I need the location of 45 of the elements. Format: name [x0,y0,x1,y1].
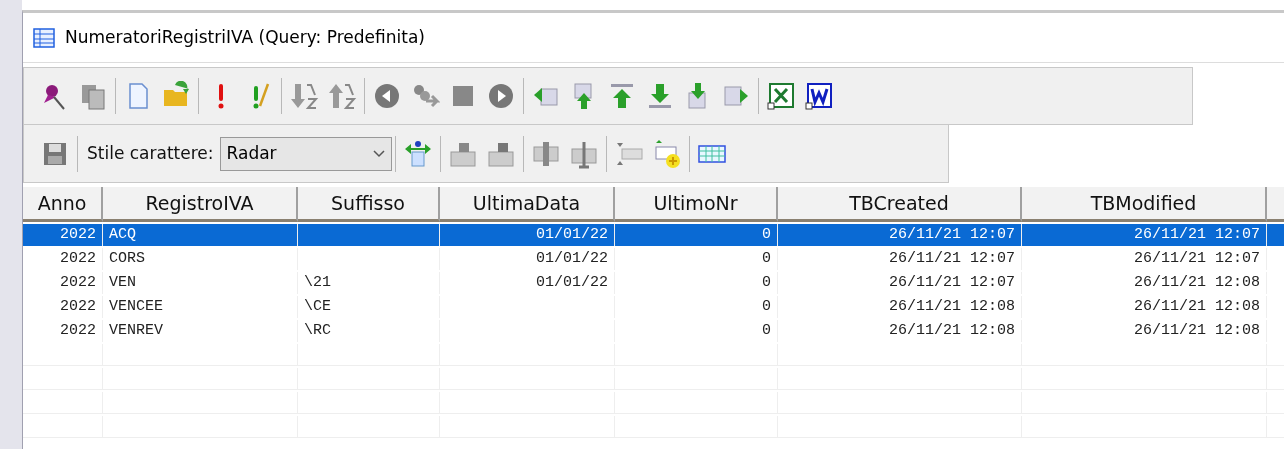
table-cell-text: 26/11/21 12:08 [1133,272,1260,293]
table-cell-text: 2022 [60,296,96,317]
style-label: Stile carattere: [87,141,214,165]
table-cell-text: 26/11/21 12:07 [1133,248,1260,269]
style-select[interactable]: Radar [219,136,392,171]
table-cell-text: 26/11/21 12:08 [1133,296,1260,317]
table-cell-text: 2022 [60,320,96,341]
table-cell-text: 0 [762,224,771,245]
table-cell-text: \21 [304,272,331,293]
table-cell-text: 26/11/21 12:07 [888,248,1015,269]
table-cell-text: 2022 [60,272,96,293]
table-cell-text: 0 [762,320,771,341]
table-cell-text: CORS [109,248,145,269]
table-row[interactable]: 2022 ACQ 01/01/22 0 26/11/21 12:07 26/11/21 12:07 [23,224,1284,246]
table-cell-text: 01/01/22 [536,224,608,245]
table-cell-text: VEN [109,272,136,293]
table-cell-text: 0 [762,296,771,317]
chevron-down-icon [372,149,385,158]
column-header[interactable]: UltimoNr [615,187,778,222]
table-cell-text: \CE [304,296,331,317]
window-title: NumeratoriRegistriIVA (Query: Predefinita) [65,25,425,49]
table-cell-text: 26/11/21 12:08 [888,320,1015,341]
column-header[interactable]: UltimaData [440,187,615,222]
table-cell-text: 0 [762,248,771,269]
table-cell-text: ACQ [109,224,136,245]
table-cell-text: VENREV [109,320,163,341]
table-cell-text: VENCEE [109,296,163,317]
table-cell-text: 01/01/22 [536,272,608,293]
column-header[interactable]: TBCreated [778,187,1022,222]
table-cell-text: 26/11/21 12:07 [1133,224,1260,245]
table-cell-text: 26/11/21 12:07 [888,224,1015,245]
column-header[interactable]: RegistroIVA [103,187,298,222]
table-cell-text: 01/01/22 [536,248,608,269]
column-header[interactable]: Anno [23,187,103,222]
table-cell-text: 0 [762,272,771,293]
table-cell-text: 26/11/21 12:08 [1133,320,1260,341]
table-cell-text: 26/11/21 12:07 [888,272,1015,293]
column-header[interactable]: Suffisso [298,187,440,222]
table-window-icon [33,27,55,48]
column-header[interactable]: TBModified [1022,187,1267,222]
table-cell-text: 2022 [60,248,96,269]
table-cell-text: 26/11/21 12:08 [888,296,1015,317]
table-cell-text: \RC [304,320,331,341]
table-cell-text: 2022 [60,224,96,245]
header-filler [1267,187,1284,222]
